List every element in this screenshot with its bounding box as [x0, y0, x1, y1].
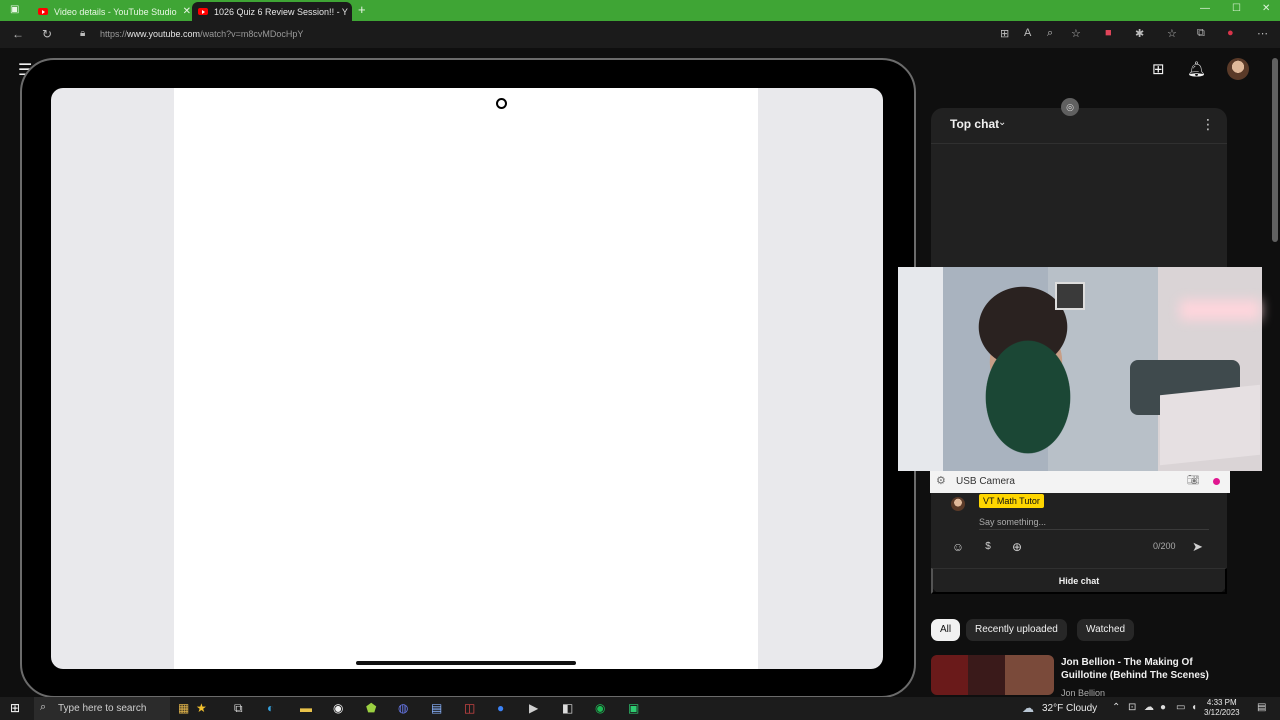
chat-overlay-badge-icon[interactable]: ◎	[1061, 98, 1079, 116]
taskbar-clock[interactable]: 4:33 PM 3/12/2023	[1204, 698, 1240, 718]
app-shield-icon[interactable]: ⬟	[366, 701, 376, 715]
chat-user-avatar	[951, 497, 965, 511]
super-chat-icon[interactable]: $	[980, 539, 996, 555]
clock-time: 4:33 PM	[1206, 698, 1237, 707]
camera-icon[interactable]: ⊡	[1128, 702, 1136, 713]
send-icon[interactable]: ➤	[1192, 539, 1203, 555]
lock-icon: 🔒︎	[80, 28, 86, 39]
media-player-icon[interactable]: ▶	[529, 701, 538, 715]
onedrive-cloud-icon[interactable]: ☁	[1144, 702, 1154, 713]
url-field[interactable]: https://www.youtube.com/watch?v=m8cvMDoc…	[100, 29, 303, 39]
account-avatar[interactable]	[1227, 58, 1249, 80]
microphone-icon[interactable]: ●	[1160, 702, 1166, 713]
favorites-icon[interactable]: ☆	[1167, 27, 1177, 40]
volume-icon[interactable]: ◖	[1191, 702, 1197, 713]
edge-browser-icon[interactable]: ◐	[267, 701, 274, 715]
file-explorer-icon[interactable]: ▬	[300, 701, 312, 715]
tab-quiz-review[interactable]: 1026 Quiz 6 Review Session!! - Y ✕	[192, 2, 352, 21]
webcam-wall-frame	[1055, 282, 1085, 310]
tab-label: Video details - YouTube Studio	[54, 6, 177, 17]
back-icon[interactable]: ←	[12, 27, 24, 41]
chat-message-input[interactable]	[979, 514, 1209, 530]
gear-icon[interactable]: ⚙	[936, 474, 946, 487]
window-close-icon[interactable]: ✕	[1262, 3, 1270, 14]
emoji-icon[interactable]: ☺	[950, 539, 966, 555]
youtube-favicon-icon	[38, 8, 48, 15]
url-domain: www.youtube.com	[127, 29, 201, 39]
chat-char-count: 0/200	[1153, 541, 1176, 551]
youtube-favicon-icon	[198, 8, 208, 15]
news-star-icon[interactable]: ★	[196, 701, 207, 715]
create-video-icon[interactable]: ⊞	[1152, 60, 1165, 78]
chrome-icon[interactable]: ◉	[333, 701, 343, 715]
filter-chip-all[interactable]: All	[931, 619, 961, 641]
read-aloud-icon[interactable]: A	[1024, 27, 1031, 39]
camera-snapshot-icon[interactable]: 📷︎	[1187, 475, 1200, 486]
notifications-icon[interactable]: ▤	[1257, 702, 1266, 713]
maximize-icon[interactable]: ☐	[1232, 3, 1241, 14]
chevron-up-icon[interactable]: ⌃	[1112, 702, 1120, 713]
discord-icon[interactable]: ◍	[398, 701, 408, 715]
recommended-video-thumbnail[interactable]	[931, 655, 1054, 695]
webcam-source-label: USB Camera	[956, 476, 1015, 487]
search-icon: ⌕	[40, 701, 47, 713]
network-icon[interactable]: ▭	[1176, 702, 1185, 713]
tab-actions-icon[interactable]: ▣	[10, 4, 19, 15]
chat-author-name: VT Math Tutor	[979, 494, 1044, 508]
snipping-tool-icon[interactable]: ◧	[562, 701, 573, 715]
url-prefix: https://	[100, 29, 128, 39]
extension-icon[interactable]: ■	[1105, 27, 1112, 39]
tab-video-details[interactable]: Video details - YouTube Studio ✕	[32, 2, 192, 21]
webcam-light-glow	[1180, 300, 1260, 320]
recommended-video-title[interactable]: Jon Bellion - The Making Of Guillotine (…	[1061, 656, 1221, 682]
add-circle-icon[interactable]: ⊕	[1009, 539, 1025, 555]
minimize-icon[interactable]: —	[1200, 3, 1210, 14]
page-scrollbar[interactable]	[1272, 58, 1278, 242]
whiteboard-page	[174, 88, 758, 669]
recording-dot-icon	[1213, 478, 1220, 485]
notepad-icon[interactable]: ▤	[431, 701, 442, 715]
weather-readout[interactable]: 32°F Cloudy	[1042, 703, 1097, 714]
browser-tab-strip: ▣ Video details - YouTube Studio ✕ 1026 …	[0, 0, 1280, 21]
tab-label: 1026 Quiz 6 Review Session!! - Y	[214, 6, 348, 17]
widgets-icon[interactable]: ▦	[178, 701, 189, 715]
zoom-app-icon[interactable]: ●	[497, 701, 504, 715]
taskbar-search-input[interactable]	[34, 697, 170, 720]
refresh-icon[interactable]: ↻	[42, 27, 52, 41]
pen-cursor-icon	[496, 98, 507, 109]
notifications-bell-icon[interactable]: 🔔︎	[1187, 60, 1206, 78]
spotify-icon[interactable]: ◉	[595, 701, 605, 715]
filter-chip-recently-uploaded[interactable]: Recently uploaded	[966, 619, 1067, 641]
app-available-icon[interactable]: ⊞	[1000, 27, 1009, 40]
clock-date: 3/12/2023	[1204, 708, 1240, 717]
profile-icon[interactable]: ●	[1227, 27, 1234, 39]
extensions-puzzle-icon[interactable]: ✱	[1135, 27, 1144, 40]
filter-chip-watched[interactable]: Watched	[1077, 619, 1135, 641]
tablet-home-indicator	[356, 661, 576, 665]
cloud-icon[interactable]: ☁	[1022, 701, 1034, 715]
close-icon[interactable]: ✕	[183, 6, 191, 17]
chevron-down-icon[interactable]: ⌄	[998, 117, 1006, 128]
top-chat-dropdown[interactable]: Top chat	[950, 117, 999, 131]
hide-chat-button[interactable]: Hide chat	[931, 568, 1227, 594]
zoom-icon[interactable]: ⌕	[1047, 27, 1053, 40]
webcam-table	[1160, 384, 1260, 466]
office-icon[interactable]: ◫	[464, 701, 475, 715]
more-options-icon[interactable]: ⋮	[1201, 116, 1215, 133]
task-view-icon[interactable]: ⧉	[234, 701, 243, 715]
browser-menu-icon[interactable]: ⋯	[1257, 27, 1268, 40]
url-path: /watch?v=m8cvMDocHpY	[200, 29, 304, 39]
address-bar-row: ← ↻ 🔒︎ https://www.youtube.com/watch?v=m…	[0, 21, 1280, 48]
favorite-add-icon[interactable]: ☆	[1071, 27, 1081, 40]
new-tab-icon[interactable]: +	[358, 2, 366, 17]
windows-start-icon[interactable]: ⊞	[10, 701, 20, 715]
calculator-icon[interactable]: ▣	[628, 701, 639, 715]
collections-icon[interactable]: ⧉	[1197, 27, 1205, 40]
